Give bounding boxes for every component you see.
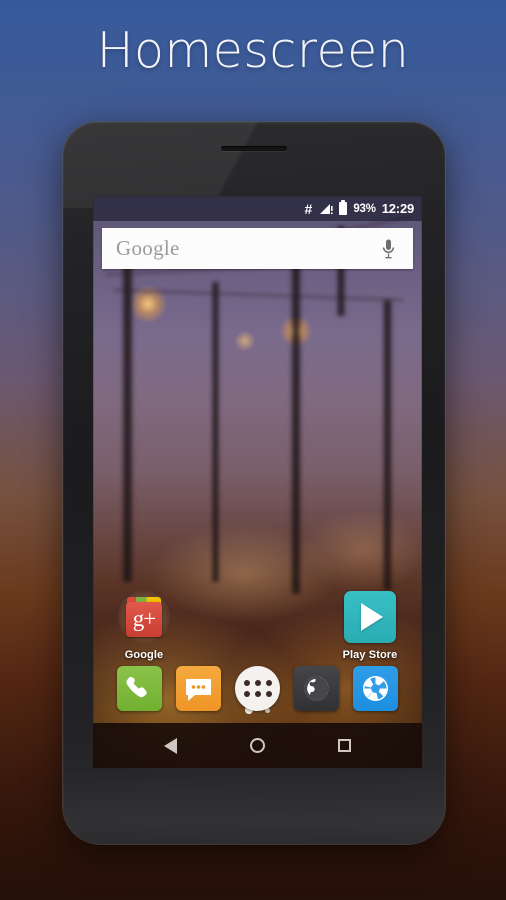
wallpaper-pole bbox=[211, 282, 220, 582]
dock-item-browser[interactable] bbox=[294, 665, 339, 711]
page-title: Homescreen bbox=[96, 22, 410, 79]
circle-home-icon[interactable] bbox=[249, 738, 265, 753]
microphone-icon[interactable] bbox=[381, 238, 396, 260]
square-recents-icon[interactable] bbox=[338, 739, 352, 752]
battery-percent: 93% bbox=[353, 202, 376, 215]
signal-bars-icon bbox=[319, 203, 333, 215]
phone-handset-icon bbox=[117, 676, 162, 715]
google-plus-folder-icon[interactable]: g+ bbox=[118, 591, 170, 643]
triangle-back-icon[interactable] bbox=[163, 737, 177, 754]
hash-icon: # bbox=[304, 200, 313, 217]
speech-bubble-icon bbox=[176, 678, 221, 715]
app-drawer-grid-icon bbox=[235, 666, 280, 711]
dock-item-messaging[interactable] bbox=[176, 665, 221, 711]
earpiece-speaker bbox=[221, 146, 287, 151]
app-icon-play-store[interactable]: Play Store bbox=[333, 591, 407, 661]
bezel-bottom-sheen bbox=[63, 768, 445, 844]
dock-item-camera[interactable] bbox=[353, 665, 398, 711]
dock-item-app-drawer[interactable] bbox=[235, 665, 280, 711]
status-bar: # 93% 12:29 bbox=[93, 196, 422, 221]
phone-screen[interactable]: # 93% 12:29 Google g+ Google Play Store bbox=[93, 196, 422, 768]
search-placeholder: Google bbox=[116, 236, 180, 260]
camera-aperture-icon bbox=[353, 675, 398, 715]
google-plus-glyph: g+ bbox=[126, 602, 162, 637]
wallpaper-pole bbox=[121, 252, 134, 582]
phone-mockup: # 93% 12:29 Google g+ Google Play Store bbox=[63, 122, 445, 844]
battery-icon bbox=[339, 202, 348, 215]
dock bbox=[93, 657, 422, 719]
play-triangle-glyph bbox=[361, 603, 383, 631]
wallpaper-pole bbox=[382, 300, 393, 590]
app-icon-google[interactable]: g+ Google bbox=[107, 591, 181, 661]
dock-item-phone[interactable] bbox=[117, 665, 162, 711]
status-clock: 12:29 bbox=[381, 201, 414, 216]
play-store-icon[interactable] bbox=[344, 591, 396, 643]
globe-icon bbox=[294, 676, 339, 715]
navigation-bar bbox=[93, 723, 422, 768]
wallpaper-pole bbox=[290, 264, 302, 594]
google-search-widget[interactable]: Google bbox=[102, 228, 413, 269]
